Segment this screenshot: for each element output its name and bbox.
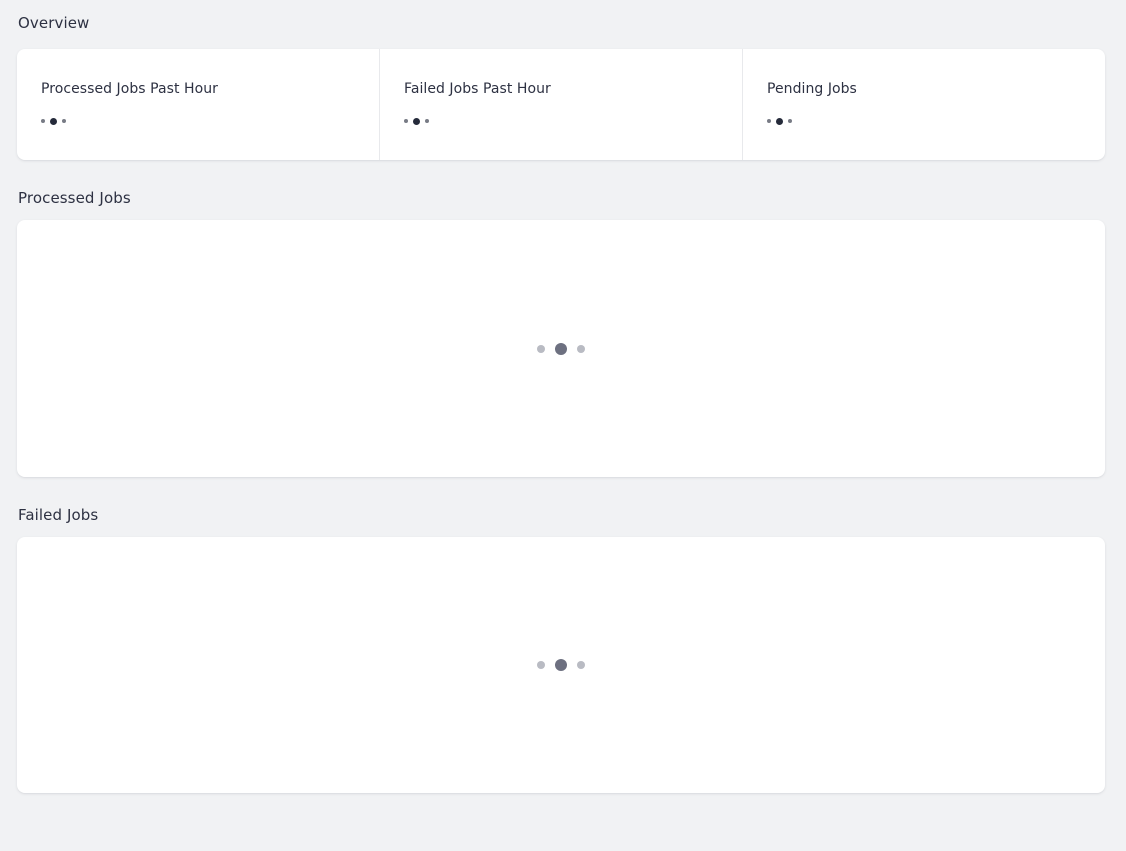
loading-dot: [767, 119, 771, 123]
overview-heading: Overview: [18, 14, 90, 32]
loading-dot: [555, 659, 567, 671]
loading-dots-icon: [537, 658, 585, 672]
loading-dot: [788, 119, 792, 123]
failed-jobs-panel: [17, 537, 1105, 793]
loading-dots-icon: [537, 342, 585, 356]
stat-card-pending-jobs[interactable]: Pending Jobs: [742, 49, 1105, 160]
processed-jobs-heading: Processed Jobs: [18, 189, 131, 207]
loading-dots-icon: [404, 115, 429, 127]
loading-dots-icon: [767, 115, 792, 127]
stat-card-value: [767, 112, 1105, 130]
processed-jobs-panel: [17, 220, 1105, 477]
loading-dot: [41, 119, 45, 123]
stat-card-value: [41, 112, 379, 130]
loading-dot: [555, 342, 567, 355]
loading-dot: [577, 661, 585, 669]
stat-card-title: Pending Jobs: [767, 81, 857, 97]
loading-dots-icon: [41, 115, 66, 127]
loading-dot: [62, 119, 66, 123]
loading-dot: [776, 117, 783, 125]
overview-stat-strip: Processed Jobs Past Hour Failed Jobs Pas…: [17, 49, 1105, 160]
stat-card-title: Processed Jobs Past Hour: [41, 81, 218, 97]
loading-dot: [537, 661, 545, 669]
stat-card-failed-jobs-past-hour[interactable]: Failed Jobs Past Hour: [379, 49, 742, 160]
loading-dot: [404, 119, 408, 123]
loading-dot: [577, 344, 585, 353]
loading-dot: [425, 119, 429, 123]
stat-card-title: Failed Jobs Past Hour: [404, 81, 551, 97]
loading-dot: [50, 117, 57, 125]
stat-card-value: [404, 112, 742, 130]
stat-card-processed-jobs-past-hour[interactable]: Processed Jobs Past Hour: [17, 49, 379, 160]
loading-dot: [413, 117, 420, 125]
failed-jobs-heading: Failed Jobs: [18, 506, 99, 524]
loading-dot: [537, 344, 545, 353]
dashboard-page: Overview Processed Jobs Past Hour Failed…: [0, 0, 1126, 851]
